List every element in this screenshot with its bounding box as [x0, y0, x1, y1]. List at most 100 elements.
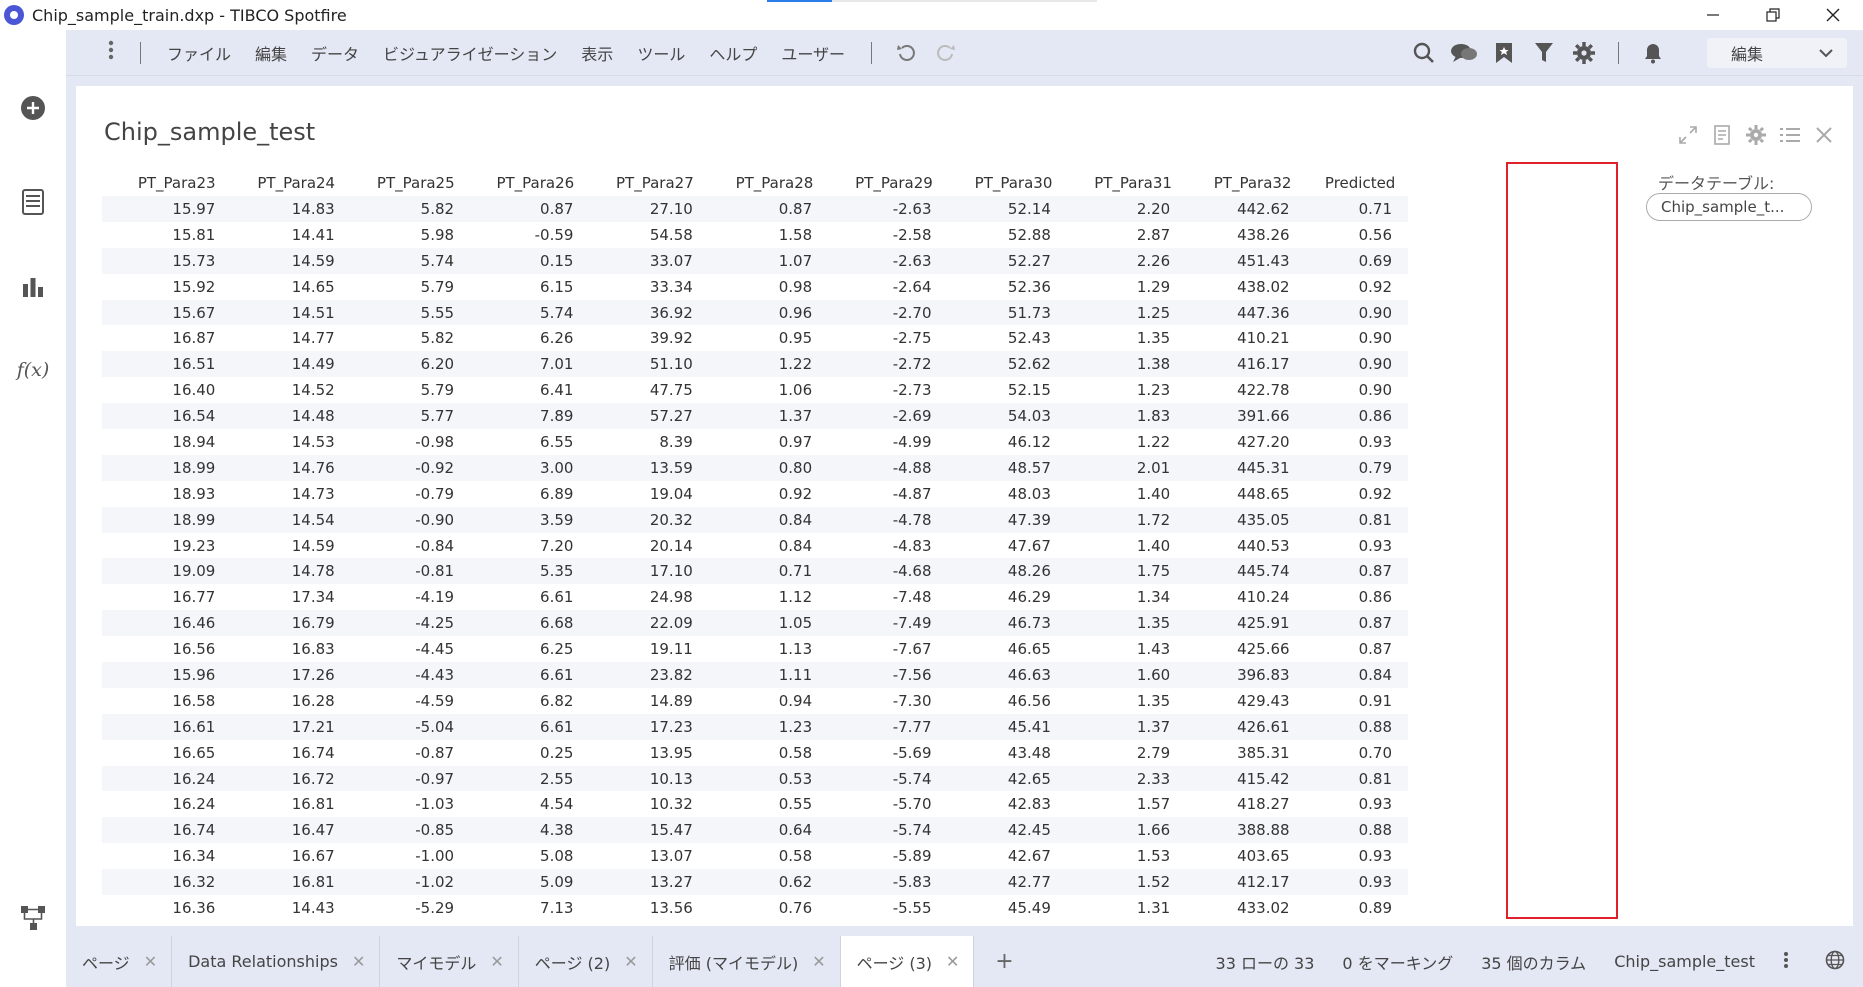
- column-header[interactable]: Predicted: [1312, 174, 1408, 196]
- visualizations-button[interactable]: [13, 266, 53, 306]
- close-tab-icon[interactable]: ✕: [946, 952, 959, 971]
- add-data-button[interactable]: [13, 88, 53, 128]
- data-panel-button[interactable]: [13, 182, 53, 222]
- redo-button[interactable]: [926, 43, 966, 63]
- menu-data[interactable]: データ: [299, 41, 371, 65]
- expressions-button[interactable]: f(x): [13, 350, 53, 390]
- close-tab-icon[interactable]: ✕: [812, 952, 825, 971]
- details-button[interactable]: [1711, 124, 1733, 146]
- column-header[interactable]: PT_Para28: [700, 174, 820, 196]
- table-row[interactable]: 16.87 14.77 5.82 6.26 39.92 0.95 -2.75 52.43 1.3…: [102, 325, 1408, 351]
- table-row[interactable]: 16.74 16.47 -0.85 4.38 15.47 0.64 -5.74 42.45 1.…: [102, 817, 1408, 844]
- settings-button[interactable]: [1564, 42, 1604, 64]
- page-tab[interactable]: ページ (2) ✕: [519, 936, 653, 987]
- menu-visualization[interactable]: ビジュアライゼーション: [371, 41, 569, 65]
- page-tab-label: Data Relationships: [188, 952, 338, 971]
- page-tab[interactable]: マイモデル ✕: [380, 936, 519, 987]
- search-button[interactable]: [1404, 42, 1444, 64]
- page-tab[interactable]: ページ ✕: [66, 936, 173, 987]
- menu-file[interactable]: ファイル: [155, 41, 243, 65]
- table-cell: 14.77: [291, 329, 335, 348]
- data-canvas-button[interactable]: [13, 898, 53, 938]
- table-cell: -5.55: [892, 898, 932, 917]
- close-tab-icon[interactable]: ✕: [490, 952, 503, 971]
- table-cell: 13.56: [649, 898, 693, 917]
- table-cell: 0.58: [778, 743, 813, 762]
- menu-tools[interactable]: ツール: [625, 41, 697, 65]
- table-row[interactable]: 15.73 14.59 5.74 0.15 33.07 1.07 -2.63 52.27 2.2…: [102, 247, 1408, 274]
- menu-edit[interactable]: 編集: [243, 41, 299, 65]
- column-header[interactable]: PT_Para24: [222, 174, 342, 196]
- table-row[interactable]: 16.54 14.48 5.77 7.89 57.27 1.37 -2.69 54.03 1.8…: [102, 403, 1408, 430]
- table-row[interactable]: 16.34 16.67 -1.00 5.08 13.07 0.58 -5.89 42.67 1.…: [102, 843, 1408, 869]
- page-tab[interactable]: Data Relationships ✕: [172, 936, 381, 987]
- table-cell: 19.04: [649, 484, 693, 503]
- filters-button[interactable]: [1524, 42, 1564, 64]
- close-window-button[interactable]: [1803, 0, 1863, 30]
- collaboration-button[interactable]: [1444, 42, 1484, 64]
- table-cell: 16.51: [172, 355, 216, 374]
- table-row[interactable]: 16.51 14.49 6.20 7.01 51.10 1.22 -2.72 52.62 1.3…: [102, 351, 1408, 378]
- table-row[interactable]: 15.67 14.51 5.55 5.74 36.92 0.96 -2.70 51.73 1.2…: [102, 299, 1408, 326]
- table-row[interactable]: 16.24 16.81 -1.03 4.54 10.32 0.55 -5.70 42.83 1.…: [102, 791, 1408, 817]
- column-header[interactable]: PT_Para31: [1058, 174, 1178, 196]
- restore-button[interactable]: [1743, 0, 1803, 30]
- status-table[interactable]: Chip_sample_test: [1600, 952, 1769, 971]
- table-row[interactable]: 16.24 16.72 -0.97 2.55 10.13 0.53 -5.74 42.65 2.…: [102, 765, 1408, 792]
- column-header[interactable]: PT_Para32: [1178, 174, 1298, 196]
- table-row[interactable]: 18.93 14.73 -0.79 6.89 19.04 0.92 -4.87 48.03 1.…: [102, 481, 1408, 507]
- status-more-button[interactable]: [1769, 950, 1803, 974]
- legend-button[interactable]: [1779, 124, 1801, 146]
- table-row[interactable]: 18.94 14.53 -0.98 6.55 8.39 0.97 -4.99 46.12 1.2…: [102, 429, 1408, 455]
- menu-help[interactable]: ヘルプ: [697, 41, 769, 65]
- table-row[interactable]: 16.56 16.83 -4.45 6.25 19.11 1.13 -7.67 46.65 1.…: [102, 636, 1408, 662]
- column-header[interactable]: PT_Para30: [939, 174, 1059, 196]
- table-row[interactable]: 16.40 14.52 5.79 6.41 47.75 1.06 -2.73 52.15 1.2…: [102, 377, 1408, 403]
- table-cell: 445.31: [1237, 458, 1290, 477]
- table-row[interactable]: 15.92 14.65 5.79 6.15 33.34 0.98 -2.64 52.36 1.2…: [102, 274, 1408, 300]
- table-row[interactable]: 16.65 16.74 -0.87 0.25 13.95 0.58 -5.69 43.48 2.…: [102, 740, 1408, 766]
- table-row[interactable]: 19.23 14.59 -0.84 7.20 20.14 0.84 -4.83 47.67 1.…: [102, 533, 1408, 559]
- table-row[interactable]: 15.96 17.26 -4.43 6.61 23.82 1.11 -7.56 46.63 1.…: [102, 662, 1408, 688]
- page-tab-active[interactable]: ページ (3) ✕: [840, 936, 975, 987]
- menu-view[interactable]: 表示: [569, 41, 625, 65]
- column-header[interactable]: PT_Para25: [341, 174, 461, 196]
- close-visualization-button[interactable]: [1813, 124, 1835, 146]
- table-row[interactable]: 16.58 16.28 -4.59 6.82 14.89 0.94 -7.30 46.56 1.…: [102, 688, 1408, 714]
- table-row[interactable]: 19.09 14.78 -0.81 5.35 17.10 0.71 -4.68 48.26 1.…: [102, 558, 1408, 585]
- column-header[interactable]: PT_Para29: [819, 174, 939, 196]
- table-row[interactable]: 18.99 14.54 -0.90 3.59 20.32 0.84 -4.78 47.39 1.…: [102, 506, 1408, 533]
- table-cell: 433.02: [1237, 898, 1290, 917]
- minimize-button[interactable]: [1683, 0, 1743, 30]
- close-tab-icon[interactable]: ✕: [144, 952, 157, 971]
- table-row[interactable]: 16.36 14.43 -5.29 7.13 13.56 0.76 -5.55 45.49 1.…: [102, 895, 1408, 921]
- table-row[interactable]: 16.46 16.79 -4.25 6.68 22.09 1.05 -7.49 46.73 1.…: [102, 610, 1408, 637]
- table-row[interactable]: 15.97 14.83 5.82 0.87 27.10 0.87 -2.63 52.14 2.2…: [102, 196, 1408, 222]
- language-button[interactable]: [1803, 950, 1863, 974]
- close-tab-icon[interactable]: ✕: [352, 952, 365, 971]
- bookmarks-button[interactable]: [1484, 42, 1524, 64]
- close-tab-icon[interactable]: ✕: [624, 952, 637, 971]
- menu-user[interactable]: ユーザー: [769, 41, 857, 65]
- table-row[interactable]: 15.81 14.41 5.98 -0.59 54.58 1.58 -2.58 52.88 2.…: [102, 222, 1408, 248]
- maximize-button[interactable]: [1677, 124, 1699, 146]
- table-row[interactable]: 16.77 17.34 -4.19 6.61 24.98 1.12 -7.48 46.29 1.…: [102, 584, 1408, 610]
- table-cell: 1.40: [1136, 536, 1171, 555]
- undo-button[interactable]: [886, 43, 926, 63]
- notifications-button[interactable]: [1633, 42, 1673, 64]
- add-page-button[interactable]: +: [974, 949, 1034, 974]
- mode-select[interactable]: 編集: [1707, 38, 1847, 68]
- table-row[interactable]: 16.32 16.81 -1.02 5.09 13.27 0.62 -5.83 42.77 1.…: [102, 869, 1408, 896]
- data-table[interactable]: PT_Para23 PT_Para24 PT_Para25 PT_Para26 PT_P…: [102, 162, 1408, 921]
- column-header[interactable]: PT_Para23: [102, 174, 222, 196]
- table-row[interactable]: 16.61 17.21 -5.04 6.61 17.23 1.23 -7.77 45.41 1.…: [102, 713, 1408, 740]
- column-header[interactable]: PT_Para27: [580, 174, 700, 196]
- column-header[interactable]: PT_Para26: [461, 174, 581, 196]
- visualization-settings-button[interactable]: [1745, 124, 1767, 146]
- page-tab[interactable]: 評価 (マイモデル) ✕: [653, 936, 841, 987]
- more-menu-button[interactable]: [96, 40, 126, 65]
- table-row[interactable]: 18.99 14.76 -0.92 3.00 13.59 0.80 -4.88 48.57 2.…: [102, 454, 1408, 481]
- table-cell: 0.87: [1358, 614, 1393, 633]
- table-visualization[interactable]: Chip_sample_test PT_Para23 PT_Para24 PT_Pa…: [76, 86, 1853, 926]
- datatable-selector[interactable]: Chip_sample_t...: [1646, 193, 1812, 221]
